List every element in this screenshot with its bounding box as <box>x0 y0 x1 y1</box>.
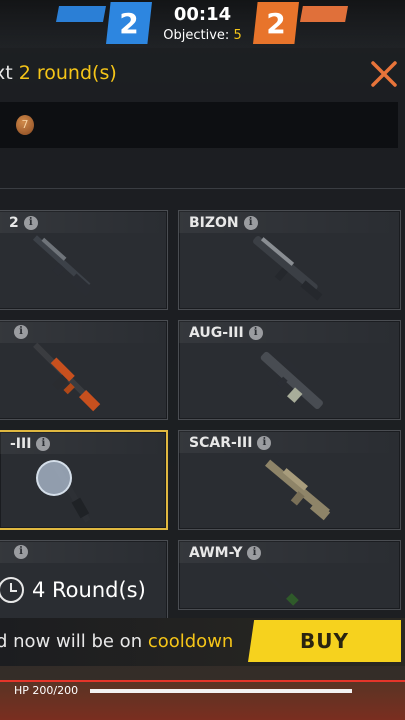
weapon-name: i <box>9 545 28 559</box>
hp-bar <box>90 689 352 693</box>
info-icon[interactable]: i <box>14 545 28 559</box>
scoreboard: 2 00:14 Objective: 5 2 <box>0 0 405 48</box>
info-icon[interactable]: i <box>36 437 51 451</box>
weapon-name-text: AUG-III <box>189 325 244 341</box>
info-banner <box>0 102 398 148</box>
buy-button[interactable]: BUY <box>248 620 401 662</box>
coin-icon: 7 <box>16 115 34 135</box>
shotgun-icon <box>32 235 93 297</box>
cooldown-message: d now will be on cooldown <box>0 631 233 652</box>
info-icon[interactable]: i <box>247 546 262 560</box>
scar-rifle-icon <box>265 459 331 521</box>
rounds-indicator: 4 Round(s) <box>0 570 180 610</box>
weapon-card[interactable]: AUG-III i <box>178 320 401 420</box>
blue-team-flag <box>56 6 106 22</box>
weapon-name-text: BIZON <box>189 215 239 231</box>
rounds-text: 4 Round(s) <box>32 578 146 602</box>
weapon-name-text: 2 <box>9 215 19 231</box>
info-icon[interactable]: i <box>248 326 263 340</box>
aug-rifle-icon <box>260 351 323 409</box>
clock-icon <box>0 577 24 603</box>
panel-title-prefix: xt <box>0 62 13 84</box>
hp-red-line <box>0 680 405 682</box>
weapon-card[interactable]: i <box>0 320 168 420</box>
divider <box>0 188 405 189</box>
orange-team-score: 2 <box>253 2 299 44</box>
sniper-rifle-icon <box>257 564 301 608</box>
blue-team-score: 2 <box>106 2 152 44</box>
panel-title: xt 2 round(s) <box>0 62 117 84</box>
objective-value: 5 <box>233 28 242 43</box>
weapon-name-text: -III <box>10 436 32 452</box>
weapon-card[interactable]: AWM-Y i <box>178 540 401 610</box>
panel-header: xt 2 round(s) <box>0 52 405 96</box>
objective-indicator: Objective: 5 <box>150 28 255 43</box>
ak-rifle-icon <box>33 342 101 412</box>
cooldown-highlight: cooldown <box>147 631 234 652</box>
weapon-card[interactable]: 2i <box>0 210 168 310</box>
weapon-card[interactable]: SCAR-III i <box>178 430 401 530</box>
smg-bizon-icon <box>253 236 323 301</box>
objective-label: Objective: <box>163 28 230 43</box>
hp-label: HP 200/200 <box>14 684 79 697</box>
weapon-card[interactable]: BIZON i <box>178 210 401 310</box>
weapon-name-text: SCAR-III <box>189 435 253 451</box>
match-timer: 00:14 <box>173 4 232 25</box>
weapon-name-text: AWM-Y <box>189 545 243 561</box>
close-icon[interactable] <box>368 58 400 90</box>
cooldown-prefix: d now will be on <box>0 631 148 652</box>
weapon-card-selected[interactable]: -III i <box>0 430 168 530</box>
panel-title-rounds: 2 round(s) <box>18 62 117 84</box>
weapon-name: AWM-Y i <box>189 545 262 561</box>
touch-indicator <box>36 460 72 496</box>
orange-team-flag <box>300 6 348 22</box>
